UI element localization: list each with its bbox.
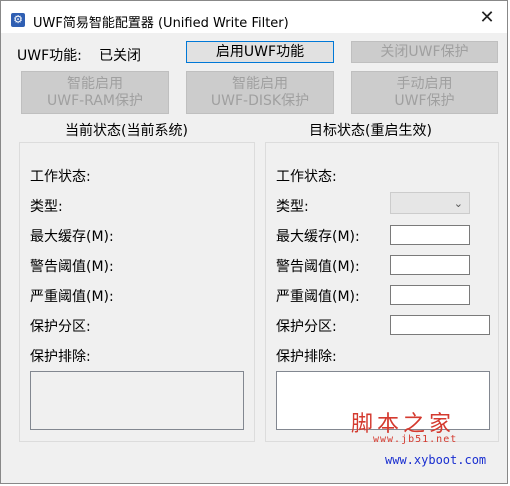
watermark-url-xyboot: www.xyboot.com: [385, 453, 487, 467]
app-window: ⚙ UWF简易智能配置器 (Unified Write Filter) ✕ UW…: [0, 0, 508, 484]
uwf-status-label: UWF功能:: [17, 48, 82, 64]
current-exclusions-label: 保护排除:: [30, 349, 91, 365]
target-protected-volume-input[interactable]: [390, 315, 490, 335]
smart-ram-button[interactable]: 智能启用 UWF-RAM保护: [21, 71, 169, 114]
window-title: UWF简易智能配置器 (Unified Write Filter): [33, 16, 289, 31]
target-work-state-label: 工作状态:: [276, 169, 337, 185]
current-state-heading: 当前状态(当前系统): [65, 123, 188, 139]
current-warn-threshold-label: 警告阈值(M):: [30, 259, 114, 275]
target-type-select[interactable]: ⌄: [390, 192, 470, 214]
target-type-label: 类型:: [276, 199, 309, 215]
target-exclusions-label: 保护排除:: [276, 349, 337, 365]
chevron-down-icon: ⌄: [453, 197, 463, 210]
target-warn-threshold-label: 警告阈值(M):: [276, 259, 360, 275]
manual-enable-button[interactable]: 手动启用 UWF保护: [351, 71, 498, 114]
target-warn-threshold-input[interactable]: [390, 255, 470, 275]
close-icon[interactable]: ✕: [467, 5, 507, 31]
target-critical-threshold-label: 严重阈值(M):: [276, 289, 360, 305]
current-max-cache-label: 最大缓存(M):: [30, 229, 114, 245]
target-protected-volume-label: 保护分区:: [276, 319, 337, 335]
current-critical-threshold-label: 严重阈值(M):: [30, 289, 114, 305]
uwf-status-value: 已关闭: [99, 48, 141, 64]
target-max-cache-label: 最大缓存(M):: [276, 229, 360, 245]
target-max-cache-input[interactable]: [390, 225, 470, 245]
current-state-group: 工作状态: 类型: 最大缓存(M): 警告阈值(M): 严重阈值(M): 保护分…: [19, 142, 255, 442]
disable-protection-button[interactable]: 关闭UWF保护: [351, 41, 498, 63]
current-protected-volume-label: 保护分区:: [30, 319, 91, 335]
gear-icon: ⚙: [11, 13, 25, 27]
smart-disk-button[interactable]: 智能启用 UWF-DISK保护: [186, 71, 334, 114]
target-state-group: 工作状态: 类型: ⌄ 最大缓存(M): 警告阈值(M): 严重阈值(M): 保…: [265, 142, 499, 442]
target-state-heading: 目标状态(重启生效): [309, 123, 432, 139]
enable-uwf-button[interactable]: 启用UWF功能: [186, 41, 334, 63]
current-work-state-label: 工作状态:: [30, 169, 91, 185]
title-bar: ⚙ UWF简易智能配置器 (Unified Write Filter) ✕: [1, 1, 507, 33]
current-exclusions-list[interactable]: [30, 371, 244, 430]
watermark-url-jb51: www.jb51.net: [373, 434, 458, 445]
current-type-label: 类型:: [30, 199, 63, 215]
target-critical-threshold-input[interactable]: [390, 285, 470, 305]
